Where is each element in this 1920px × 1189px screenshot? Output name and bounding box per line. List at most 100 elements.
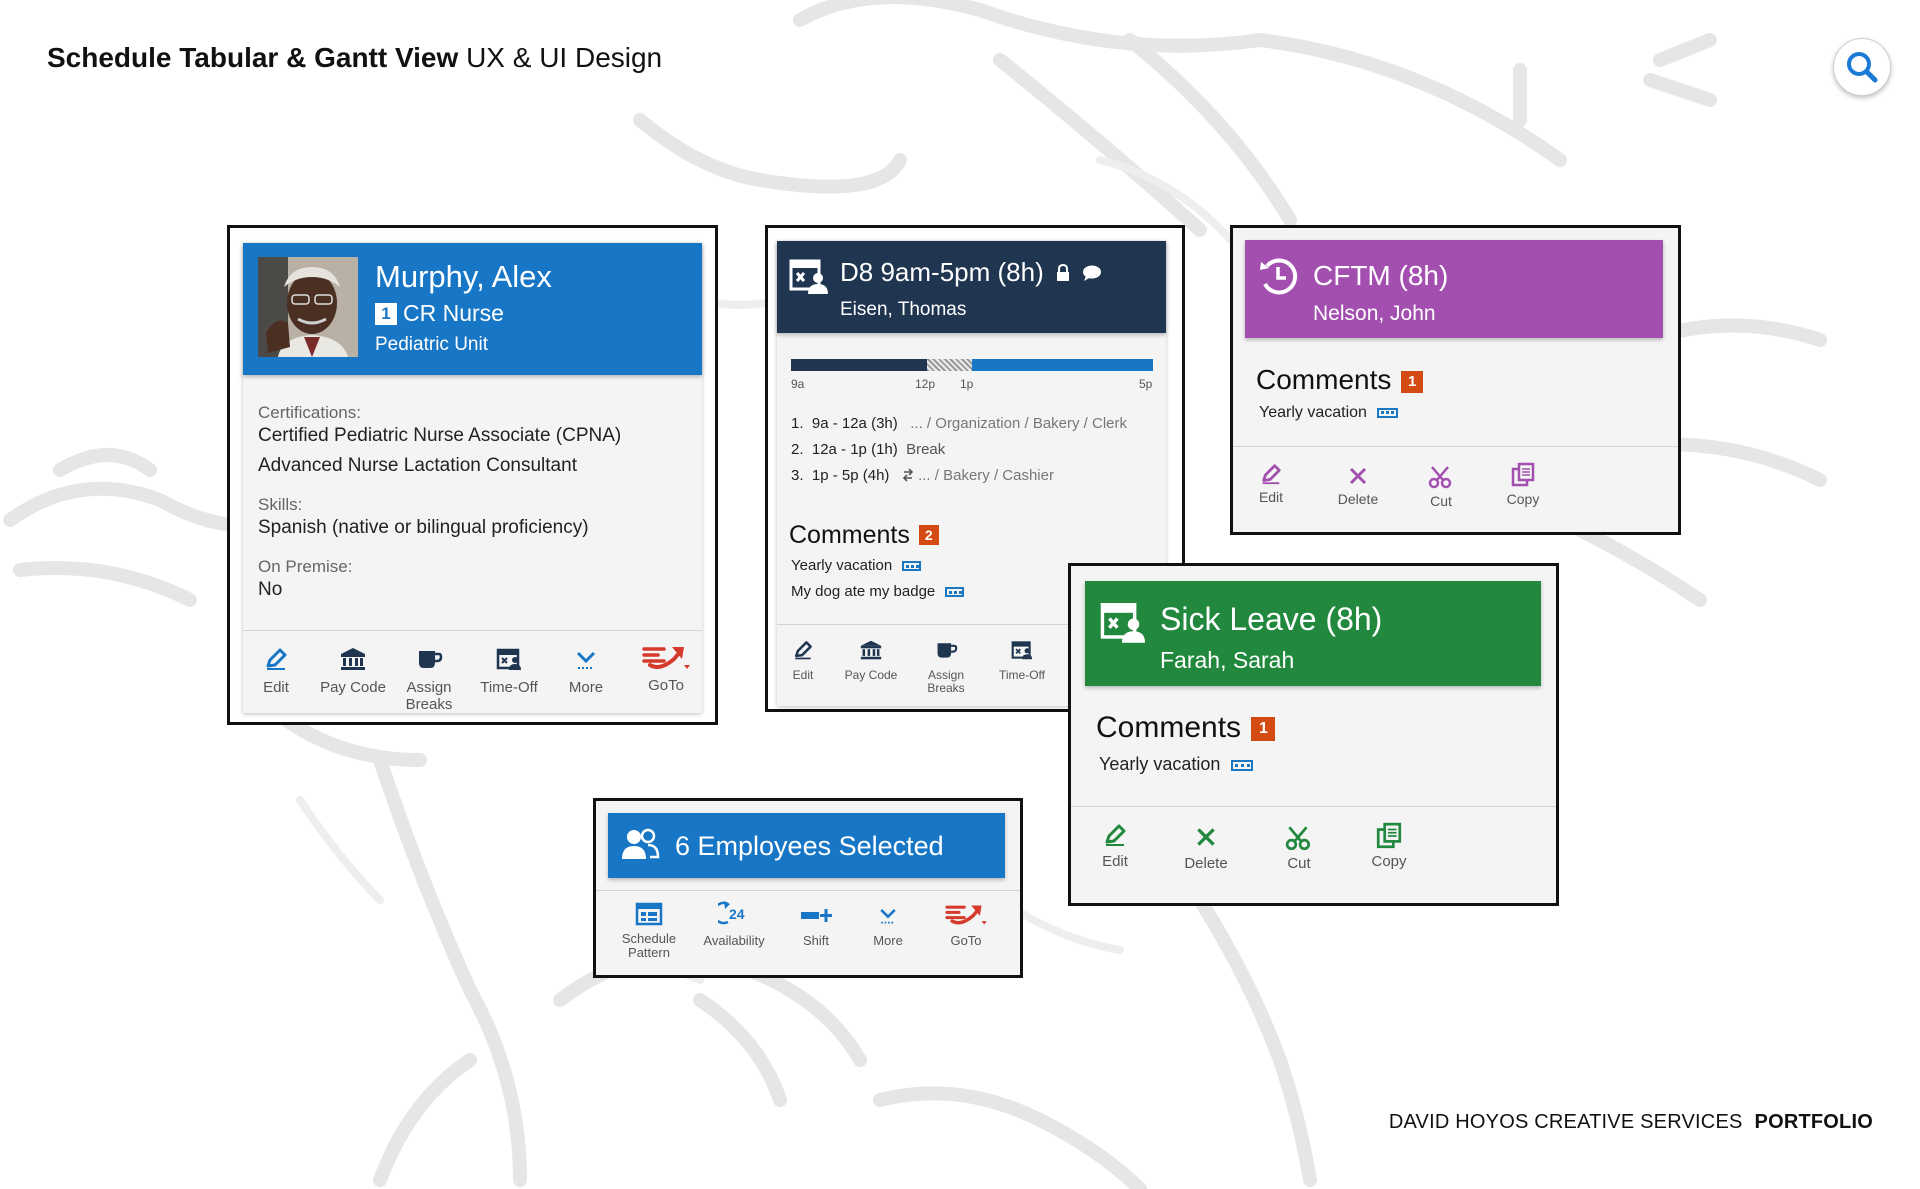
edit-button[interactable]: Edit <box>1243 462 1299 505</box>
cftm-title: CFTM (8h) <box>1313 260 1449 291</box>
shift-header: D8 9am-5pm (8h) Eisen, Thomas <box>777 241 1166 333</box>
delete-button[interactable]: Delete <box>1171 824 1241 873</box>
cftm-panel: CFTM (8h) Nelson, John Comments 1 Yearly… <box>1233 228 1678 532</box>
assign-breaks-button[interactable]: Assign Breaks <box>913 639 979 695</box>
comments-count-badge: 1 <box>1401 371 1424 393</box>
search-button[interactable] <box>1833 38 1891 96</box>
segment-time: 9a - 12a (3h) <box>811 415 898 432</box>
sick-leave-panel: Sick Leave (8h) Farah, Sarah Comments 1 … <box>1071 566 1556 903</box>
timeline-segment-work-2 <box>972 359 1153 371</box>
employee-name: Murphy, Alex <box>375 259 552 294</box>
comment-1: Yearly vacation <box>1099 754 1254 775</box>
close-icon <box>1349 467 1367 485</box>
more-dots-icon[interactable] <box>1377 407 1399 418</box>
more-button[interactable]: More <box>553 646 619 697</box>
employee-role: 1 CR Nurse <box>375 300 504 327</box>
page-title: Schedule Tabular & Gantt View UX & UI De… <box>47 42 662 74</box>
schedule-label: Schedule <box>621 931 677 946</box>
edit-button[interactable]: Edit <box>243 646 309 697</box>
copy-button[interactable]: Copy <box>1355 822 1423 871</box>
close-icon <box>1197 828 1215 846</box>
employee-panel: Murphy, Alex 1 CR Nurse Pediatric Unit Ce… <box>243 243 702 713</box>
comments-count-badge: 1 <box>1251 717 1276 741</box>
premise-value: No <box>258 579 283 600</box>
footer-company: DAVID HOYOS CREATIVE SERVICES <box>1388 1111 1743 1133</box>
pencil-icon <box>1262 464 1281 485</box>
chevron-down-icon <box>880 909 896 924</box>
time-off-button[interactable]: Time-Off <box>467 646 551 697</box>
comment-text: My dog ate my badge <box>791 583 936 600</box>
shift-button[interactable]: Shift <box>786 904 846 948</box>
edit-label: Edit <box>792 668 814 682</box>
sick-leave-title: Sick Leave (8h) <box>1160 601 1383 637</box>
segment-num: 3. <box>791 467 804 484</box>
more-dots-icon[interactable] <box>945 587 965 598</box>
comments-label: Comments <box>1256 364 1392 395</box>
time-off-label: Time-Off <box>998 668 1045 682</box>
segment-num: 2. <box>791 441 804 458</box>
more-dots-icon[interactable] <box>1231 759 1254 771</box>
edit-label: Edit <box>263 679 289 696</box>
availability-button[interactable]: 24 Availability <box>691 900 777 948</box>
segment-row-1: 1. 9a - 12a (3h) ... / Organization / Ba… <box>791 415 1127 432</box>
sick-leave-divider <box>1071 806 1556 807</box>
comment-bubble-icon <box>1083 265 1102 281</box>
search-icon <box>1847 52 1878 83</box>
edit-button[interactable]: Edit <box>777 639 829 682</box>
schedule-grid-icon <box>635 902 663 926</box>
goto-button[interactable]: GoTo <box>631 643 701 695</box>
availability-24-icon: 24 <box>718 901 745 925</box>
goto-button[interactable]: GoTo <box>932 902 1000 948</box>
pencil-icon <box>794 641 812 660</box>
copy-label: Copy <box>1371 853 1407 870</box>
delete-button[interactable]: Delete <box>1325 464 1391 507</box>
lock-icon <box>1056 263 1069 281</box>
employee-unit: Pediatric Unit <box>375 334 488 355</box>
schedule-pattern-button[interactable]: Schedule Pattern <box>614 902 684 961</box>
cut-button[interactable]: Cut <box>1413 464 1469 509</box>
goto-label: GoTo <box>950 933 982 948</box>
comment-text: Yearly vacation <box>1259 404 1367 421</box>
breaks-label: Breaks <box>405 695 453 713</box>
copy-icon <box>1511 462 1535 487</box>
edit-button[interactable]: Edit <box>1083 822 1147 871</box>
time-off-button[interactable]: Time-Off <box>987 639 1057 682</box>
copy-label: Copy <box>1506 491 1540 507</box>
calendar-person-icon <box>1011 641 1033 660</box>
copy-button[interactable]: Copy <box>1495 462 1551 507</box>
pay-code-button[interactable]: Pay Code <box>315 646 391 697</box>
comments-heading: Comments 2 <box>789 521 939 550</box>
transfer-icon <box>902 468 914 482</box>
premise-label: On Premise: <box>258 557 353 576</box>
comments-heading: Comments 1 <box>1096 711 1276 745</box>
chevron-down-icon <box>576 651 596 669</box>
edit-label: Edit <box>1258 489 1284 505</box>
time-off-label: Time-Off <box>480 679 538 696</box>
pencil-icon <box>1105 824 1126 846</box>
scissors-icon <box>1285 826 1311 851</box>
employee-divider <box>243 630 702 631</box>
more-label: More <box>568 679 604 696</box>
more-dots-icon[interactable] <box>902 561 922 572</box>
pay-code-label: Pay Code <box>320 679 386 696</box>
svg-text:24: 24 <box>729 906 745 922</box>
bank-icon <box>341 648 365 670</box>
bank-icon <box>860 640 882 660</box>
group-people-icon <box>622 828 660 859</box>
shift-title: D8 9am-5pm (8h) <box>840 257 1102 288</box>
assign-label: Assign <box>406 679 452 696</box>
comments-count-badge: 2 <box>918 525 939 545</box>
tick-12p: 12p <box>915 377 936 391</box>
pay-code-button[interactable]: Pay Code <box>833 639 909 682</box>
cftm-header: CFTM (8h) Nelson, John <box>1245 240 1663 338</box>
shift-employee: Eisen, Thomas <box>840 299 967 320</box>
delete-label: Delete <box>1184 855 1228 872</box>
group-selection-title: 6 Employees Selected <box>675 831 944 861</box>
segment-time: 12a - 1p (1h) <box>811 441 898 458</box>
more-button[interactable]: More <box>856 904 920 948</box>
assign-breaks-button[interactable]: Assign Breaks <box>393 646 465 713</box>
segment-row-3: 3. 1p - 5p (4h) ... / Bakery / Cashier <box>791 467 1054 484</box>
role-name: CR Nurse <box>403 300 504 326</box>
cut-button[interactable]: Cut <box>1267 824 1331 873</box>
calendar-person-icon <box>496 648 521 670</box>
